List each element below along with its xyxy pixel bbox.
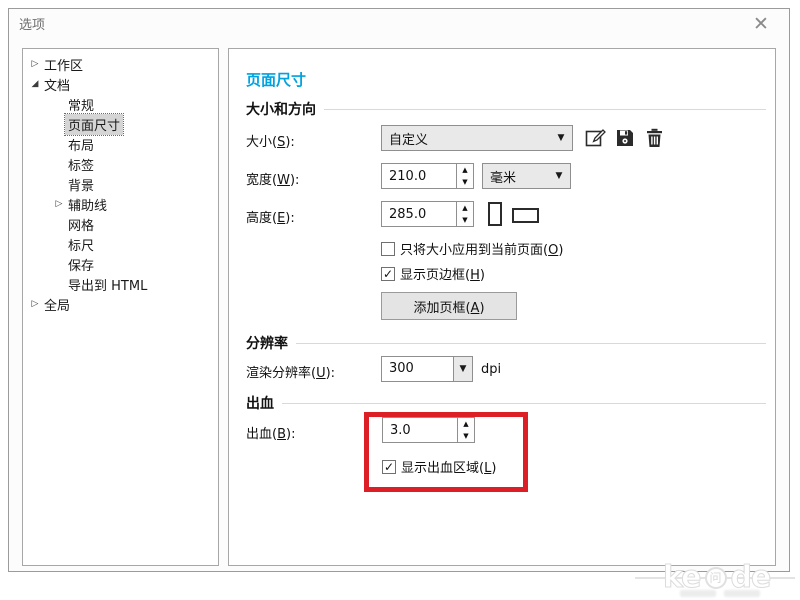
width-label: 宽度(W): — [246, 169, 299, 188]
spin-up-icon[interactable]: ▲ — [457, 202, 473, 214]
tree-item-label: 工作区 — [41, 54, 86, 75]
tree-item-label: 标签 — [65, 154, 97, 175]
checkbox-checked[interactable]: ✓ — [381, 267, 395, 281]
tree-collapse-icon[interactable]: ◢ — [29, 79, 41, 89]
tree-item-rulers[interactable]: 标尺 — [23, 234, 218, 254]
tree-item-label: 全局 — [41, 294, 73, 315]
tree-item-global[interactable]: ▷ 全局 — [23, 294, 218, 314]
tree-item-document[interactable]: ◢ 文档 — [23, 74, 218, 94]
tree-item-export-html[interactable]: 导出到 HTML — [23, 274, 218, 294]
spin-down-icon[interactable]: ▼ — [457, 214, 473, 226]
tree-item-label: 布局 — [65, 134, 97, 155]
tree-item-label: 标尺 — [65, 234, 97, 255]
resolution-value: 300 — [381, 356, 453, 382]
tree-item-layout[interactable]: 布局 — [23, 134, 218, 154]
spin-down-icon[interactable]: ▼ — [457, 176, 473, 188]
resolution-dropdown[interactable]: 300 ▼ — [381, 356, 473, 382]
show-page-border-checkbox[interactable]: ✓ 显示页边框(H) — [381, 264, 485, 283]
tree-item-label-page[interactable]: 标签 — [23, 154, 218, 174]
save-page-size-icon[interactable] — [616, 129, 634, 147]
spin-down-icon[interactable]: ▼ — [458, 430, 474, 442]
render-resolution-label: 渲染分辨率(U): — [246, 362, 335, 381]
tree-item-label: 保存 — [65, 254, 97, 275]
watermark-subtext-blur — [680, 590, 760, 597]
size-preset-value: 自定义 — [382, 129, 550, 148]
tree-item-guidelines[interactable]: ▷ 辅助线 — [23, 194, 218, 214]
tree-item-label: 导出到 HTML — [65, 274, 150, 295]
dpi-unit-label: dpi — [481, 362, 501, 377]
width-field: ▲ ▼ — [381, 163, 474, 189]
add-page-frame-button[interactable]: 添加页框(A) — [381, 292, 517, 320]
edit-page-size-icon[interactable] — [585, 128, 606, 149]
checkbox-label: 只将大小应用到当前页面(O) — [400, 239, 563, 258]
section-bleed: 出血 — [246, 393, 766, 413]
checkbox-label: 显示出血区域(L) — [401, 457, 496, 476]
tree-item-grid[interactable]: 网格 — [23, 214, 218, 234]
height-stepper: ▲ ▼ — [456, 201, 474, 227]
dialog-title: 选项 — [19, 14, 45, 33]
spin-up-icon[interactable]: ▲ — [457, 164, 473, 176]
tree-item-label: 页面尺寸 — [65, 114, 123, 135]
spin-up-icon[interactable]: ▲ — [458, 418, 474, 430]
tree-item-label: 辅助线 — [65, 194, 110, 215]
unit-value: 毫米 — [483, 167, 548, 186]
size-preset-dropdown[interactable]: 自定义 ▼ — [381, 125, 573, 151]
bleed-field: ▲ ▼ — [382, 417, 475, 443]
section-size-orientation: 大小和方向 — [246, 99, 766, 119]
tree-expand-icon[interactable]: ▷ — [53, 199, 65, 209]
delete-page-size-icon[interactable] — [646, 128, 663, 148]
height-label: 高度(E): — [246, 207, 295, 226]
watermark-badge-icon: 问 — [705, 567, 727, 589]
portrait-orientation-icon[interactable] — [488, 202, 502, 226]
unit-dropdown[interactable]: 毫米 ▼ — [482, 163, 571, 189]
tree-item-label: 网格 — [65, 214, 97, 235]
size-label: 大小(S): — [246, 131, 295, 150]
screenshot-stage: 选项 ✕ ▷ 工作区 ◢ 文档 常规 页面尺寸 布局 标签 — [0, 0, 800, 600]
tree-item-save[interactable]: 保存 — [23, 254, 218, 274]
tree-item-workspace[interactable]: ▷ 工作区 — [23, 54, 218, 74]
landscape-orientation-icon[interactable] — [512, 208, 539, 223]
width-stepper: ▲ ▼ — [456, 163, 474, 189]
height-field: ▲ ▼ — [381, 201, 474, 227]
tree-item-label: 文档 — [41, 74, 73, 95]
checkbox-unchecked[interactable] — [381, 242, 395, 256]
width-input[interactable] — [381, 163, 456, 189]
bleed-stepper: ▲ ▼ — [457, 417, 475, 443]
tree-item-label: 背景 — [65, 174, 97, 195]
bleed-label: 出血(B): — [246, 423, 295, 442]
checkbox-label: 显示页边框(H) — [400, 264, 485, 283]
watermark: ke 问 de — [635, 560, 795, 600]
checkbox-checked[interactable]: ✓ — [382, 460, 396, 474]
page-size-panel: 页面尺寸 大小和方向 大小(S): 自定义 ▼ — [228, 48, 776, 566]
tree-item-general[interactable]: 常规 — [23, 94, 218, 114]
tree-item-background[interactable]: 背景 — [23, 174, 218, 194]
apply-current-page-checkbox[interactable]: 只将大小应用到当前页面(O) — [381, 239, 563, 258]
height-input[interactable] — [381, 201, 456, 227]
page-title: 页面尺寸 — [246, 69, 306, 90]
tree-item-page-size[interactable]: 页面尺寸 — [23, 114, 218, 134]
settings-tree-panel: ▷ 工作区 ◢ 文档 常规 页面尺寸 布局 标签 背景 ▷ — [22, 48, 219, 566]
tree-item-label: 常规 — [65, 94, 97, 115]
tree-expand-icon[interactable]: ▷ — [29, 299, 41, 309]
section-resolution: 分辨率 — [246, 333, 766, 353]
chevron-down-icon: ▼ — [548, 171, 570, 181]
tree-expand-icon[interactable]: ▷ — [29, 59, 41, 69]
chevron-down-icon: ▼ — [550, 133, 572, 143]
show-bleed-area-checkbox[interactable]: ✓ 显示出血区域(L) — [382, 457, 496, 476]
close-icon[interactable]: ✕ — [747, 11, 775, 37]
chevron-down-icon[interactable]: ▼ — [453, 356, 473, 382]
options-dialog: 选项 ✕ ▷ 工作区 ◢ 文档 常规 页面尺寸 布局 标签 — [8, 8, 790, 572]
bleed-input[interactable] — [382, 417, 457, 443]
